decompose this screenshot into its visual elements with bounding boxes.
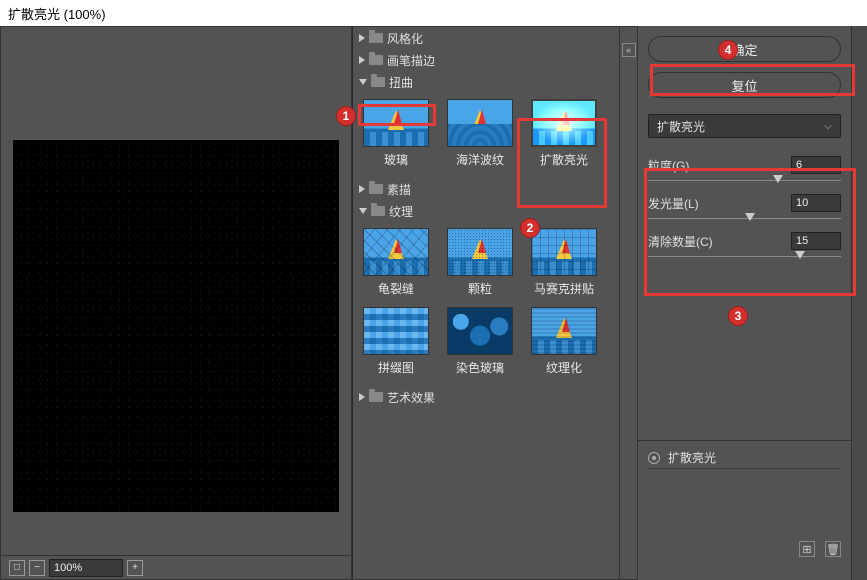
- category-yishu[interactable]: 艺术效果: [353, 386, 619, 408]
- thumb-stained[interactable]: 染色玻璃: [441, 307, 519, 376]
- slider-grain-label: 粒度(G): [648, 157, 689, 174]
- category-label: 艺术效果: [387, 389, 435, 406]
- thumb-diffuse[interactable]: 扩散亮光: [525, 99, 603, 168]
- slider-glow-value[interactable]: [791, 194, 841, 212]
- thumb-ocean[interactable]: 海洋波纹: [441, 99, 519, 168]
- thumb-label: 扩散亮光: [540, 151, 588, 168]
- chevron-right-icon: [359, 56, 365, 64]
- category-wenli[interactable]: 纹理: [353, 200, 619, 222]
- slider-thumb-icon[interactable]: [773, 175, 783, 183]
- thumb-grain[interactable]: 颗粒: [441, 228, 519, 297]
- chevron-down-icon: [359, 208, 367, 214]
- preview-image: [13, 140, 339, 512]
- delete-effect-layer-button[interactable]: 🗑: [825, 541, 841, 557]
- category-fenggehua[interactable]: 风格化: [353, 27, 619, 49]
- thumb-label: 龟裂缝: [378, 280, 414, 297]
- thumb-grid-wenli: 龟裂缝 颗粒 马赛克拼贴 拼缀图 染色玻璃: [353, 222, 619, 386]
- thumb-label: 颗粒: [468, 280, 492, 297]
- zoom-in-button[interactable]: +: [127, 560, 143, 576]
- slider-clear-label: 清除数量(C): [648, 233, 713, 250]
- slider-clear-track[interactable]: [648, 250, 841, 264]
- folder-icon: [369, 55, 383, 65]
- collapse-panel-button[interactable]: «: [622, 43, 636, 57]
- category-niuqu[interactable]: 扭曲: [353, 71, 619, 93]
- current-filter-select[interactable]: 扩散亮光 ⌵: [648, 114, 841, 138]
- filter-gallery-panel: 风格化 画笔描边 扭曲 玻璃 海洋波纹: [352, 26, 620, 580]
- visibility-eye-icon[interactable]: [648, 452, 660, 464]
- current-filter-label: 扩散亮光: [657, 118, 705, 135]
- slider-thumb-icon[interactable]: [795, 251, 805, 259]
- folder-icon: [371, 206, 385, 216]
- new-effect-layer-button[interactable]: ⊞: [799, 541, 815, 557]
- fit-screen-button[interactable]: □: [9, 560, 25, 576]
- chevron-right-icon: [359, 185, 365, 193]
- effect-layer-row[interactable]: 扩散亮光: [648, 447, 841, 469]
- thumb-label: 海洋波纹: [456, 151, 504, 168]
- sliders-block: 粒度(G) 发光量(L) 清除数量(C): [638, 144, 851, 268]
- thumb-glass[interactable]: 玻璃: [357, 99, 435, 168]
- thumb-texturize[interactable]: 纹理化: [525, 307, 603, 376]
- chevron-down-icon: [359, 79, 367, 85]
- folder-icon: [371, 77, 385, 87]
- thumb-patchwork[interactable]: 拼缀图: [357, 307, 435, 376]
- chevron-down-icon: ⌵: [824, 121, 832, 132]
- category-huabi[interactable]: 画笔描边: [353, 49, 619, 71]
- category-label: 扭曲: [389, 74, 413, 91]
- effect-layer-label: 扩散亮光: [668, 449, 716, 466]
- reset-button[interactable]: 复位: [648, 72, 841, 98]
- preview-panel: □ − +: [0, 26, 352, 580]
- settings-panel: 确定 复位 扩散亮光 ⌵ 粒度(G) 发光量(L): [638, 26, 851, 580]
- preview-toolbar: □ − +: [1, 555, 351, 579]
- slider-grain-value[interactable]: [791, 156, 841, 174]
- category-label: 风格化: [387, 30, 423, 47]
- category-label: 纹理: [389, 203, 413, 220]
- thumb-crack[interactable]: 龟裂缝: [357, 228, 435, 297]
- slider-glow-track[interactable]: [648, 212, 841, 226]
- zoom-out-button[interactable]: −: [29, 560, 45, 576]
- slider-clear-value[interactable]: [791, 232, 841, 250]
- zoom-select[interactable]: [49, 559, 123, 577]
- slider-glow-label: 发光量(L): [648, 195, 699, 212]
- folder-icon: [369, 33, 383, 43]
- effect-layers-panel: 扩散亮光 ⊞ 🗑: [638, 440, 851, 580]
- ok-button[interactable]: 确定: [648, 36, 841, 62]
- thumb-label: 拼缀图: [378, 359, 414, 376]
- chevron-right-icon: [359, 34, 365, 42]
- slider-grain-track[interactable]: [648, 174, 841, 188]
- category-sumiao[interactable]: 素描: [353, 178, 619, 200]
- category-label: 画笔描边: [387, 52, 435, 69]
- thumb-label: 纹理化: [546, 359, 582, 376]
- thumb-label: 玻璃: [384, 151, 408, 168]
- folder-icon: [369, 184, 383, 194]
- thumb-label: 染色玻璃: [456, 359, 504, 376]
- thumb-mosaic[interactable]: 马赛克拼贴: [525, 228, 603, 297]
- category-label: 素描: [387, 181, 411, 198]
- vertical-scrollbar[interactable]: [851, 26, 867, 580]
- window-title: 扩散亮光 (100%): [0, 0, 867, 26]
- slider-thumb-icon[interactable]: [745, 213, 755, 221]
- panel-toggle-column: «: [620, 26, 638, 580]
- chevron-right-icon: [359, 393, 365, 401]
- thumb-label: 马赛克拼贴: [534, 280, 594, 297]
- folder-icon: [369, 392, 383, 402]
- thumb-grid-niuqu: 玻璃 海洋波纹 扩散亮光: [353, 93, 619, 178]
